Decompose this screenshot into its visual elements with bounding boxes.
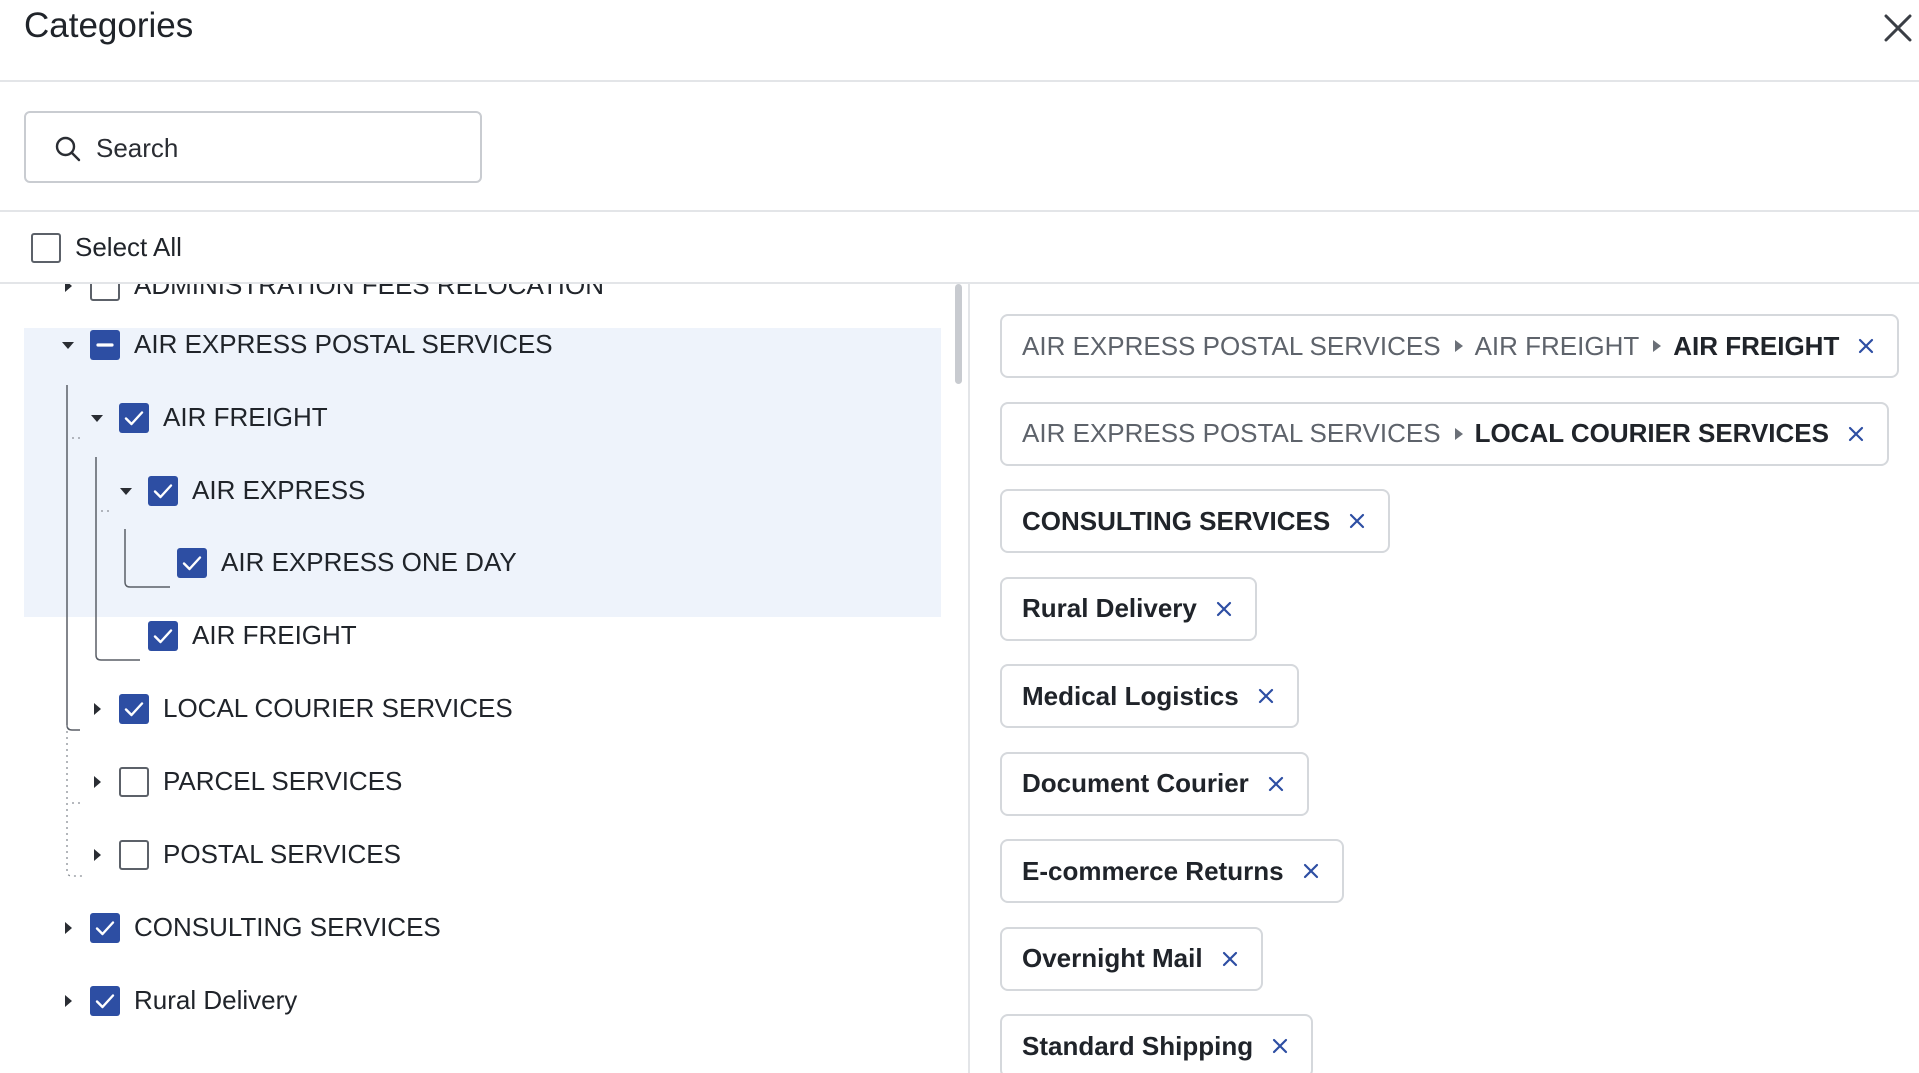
tree-node[interactable]: AIR EXPRESS xyxy=(0,471,940,511)
tree-node-checkbox[interactable] xyxy=(90,913,120,943)
expand-caret-icon[interactable] xyxy=(58,918,78,938)
selected-chip: AIR EXPRESS POSTAL SERVICES LOCAL COURIER… xyxy=(1000,401,1889,466)
selected-chip: Document Courier xyxy=(1000,751,1309,816)
chip-path-segment: AIR FREIGHT xyxy=(1673,330,1840,361)
tree-node-label: AIR EXPRESS xyxy=(192,475,366,505)
chip-path-segment: Standard Shipping xyxy=(1022,1030,1254,1061)
tree-node-checkbox[interactable] xyxy=(119,840,149,870)
chip-path-segment: LOCAL COURIER SERVICES xyxy=(1474,418,1829,448)
tree-node-checkbox[interactable] xyxy=(119,694,149,724)
remove-chip-icon[interactable] xyxy=(1300,860,1322,882)
collapse-caret-icon[interactable] xyxy=(58,335,78,355)
tree-node-checkbox[interactable] xyxy=(90,986,120,1016)
search-input[interactable] xyxy=(96,127,466,169)
chip-path-segment: CONSULTING SERVICES xyxy=(1022,505,1331,536)
expand-caret-icon[interactable] xyxy=(87,845,107,865)
tree-node-label: Rural Delivery xyxy=(134,985,298,1015)
tree-node-checkbox[interactable] xyxy=(119,767,149,797)
tree-node-label: ADMINISTRATION FEES RELOCATION xyxy=(134,284,604,300)
tree-node-checkbox[interactable] xyxy=(90,330,120,360)
close-button[interactable] xyxy=(1880,10,1916,46)
remove-chip-icon[interactable] xyxy=(1269,1035,1291,1057)
close-icon xyxy=(1884,14,1912,42)
tree-node-checkbox[interactable] xyxy=(90,284,120,301)
remove-chip-icon[interactable] xyxy=(1265,773,1287,795)
selected-chip: Overnight Mail xyxy=(1000,926,1263,991)
breadcrumb-separator-icon xyxy=(1454,340,1463,352)
tree-node-checkbox[interactable] xyxy=(177,548,207,578)
category-tree: ADMINISTRATION FEES RELOCATION AIR EXPRES… xyxy=(0,284,968,1073)
collapse-caret-icon[interactable] xyxy=(87,408,107,428)
expand-caret-icon[interactable] xyxy=(58,284,78,296)
chip-path-segment: AIR EXPRESS POSTAL SERVICES xyxy=(1022,330,1441,361)
select-all-label: Select All xyxy=(75,232,182,262)
tree-scrollbar[interactable] xyxy=(955,284,962,384)
remove-chip-icon[interactable] xyxy=(1255,685,1277,707)
expand-caret-icon[interactable] xyxy=(87,699,107,719)
breadcrumb-separator-icon xyxy=(1653,340,1662,352)
remove-chip-icon[interactable] xyxy=(1219,948,1241,970)
remove-chip-icon[interactable] xyxy=(1213,598,1235,620)
chip-path-segment: Rural Delivery xyxy=(1022,593,1197,623)
tree-node-checkbox[interactable] xyxy=(119,403,149,433)
selected-chip: CONSULTING SERVICES xyxy=(1000,489,1391,553)
tree-node-label: AIR FREIGHT xyxy=(192,620,357,650)
chip-path-segment: Document Courier xyxy=(1022,768,1249,798)
tree-node-checkbox[interactable] xyxy=(148,621,178,651)
expand-caret-icon[interactable] xyxy=(87,772,107,792)
tree-node-label: AIR FREIGHT xyxy=(163,402,328,432)
search-box[interactable] xyxy=(24,111,482,183)
tree-node[interactable]: POSTAL SERVICES xyxy=(0,835,940,875)
tree-node-checkbox[interactable] xyxy=(148,476,178,506)
tree-node[interactable]: AIR FREIGHT xyxy=(0,616,940,656)
tree-node[interactable]: LOCAL COURIER SERVICES xyxy=(0,689,940,729)
tree-node-label: POSTAL SERVICES xyxy=(163,839,401,869)
select-all-checkbox[interactable] xyxy=(31,233,61,263)
tree-node-label: PARCEL SERVICES xyxy=(163,766,403,796)
selected-chip: AIR EXPRESS POSTAL SERVICES AIR FREIGHT AI… xyxy=(1000,314,1900,378)
tree-node[interactable]: AIR EXPRESS POSTAL SERVICES xyxy=(0,325,940,365)
tree-node-label: AIR EXPRESS ONE DAY xyxy=(221,547,517,577)
chip-path-segment: E-commerce Returns xyxy=(1022,855,1284,886)
remove-chip-icon[interactable] xyxy=(1855,335,1877,357)
selected-chips-panel: AIR EXPRESS POSTAL SERVICES AIR FREIGHT AI… xyxy=(970,284,1919,1073)
tree-node[interactable]: PARCEL SERVICES xyxy=(0,762,940,802)
tree-node[interactable]: Rural Delivery xyxy=(0,981,940,1021)
selected-chip: Standard Shipping xyxy=(1000,1014,1314,1073)
tree-node[interactable]: AIR FREIGHT xyxy=(0,398,940,438)
tree-node[interactable]: AIR EXPRESS ONE DAY xyxy=(0,543,940,583)
select-all-row: Select All xyxy=(0,212,1919,284)
dialog-title: Categories xyxy=(24,6,194,45)
selected-chip: E-commerce Returns xyxy=(1000,839,1344,903)
search-icon xyxy=(55,136,81,162)
tree-node[interactable]: CONSULTING SERVICES xyxy=(0,908,940,948)
tree-node-label: CONSULTING SERVICES xyxy=(134,912,441,942)
dialog-header: Categories xyxy=(0,0,1919,82)
chip-path-segment: Medical Logistics xyxy=(1022,680,1239,711)
tree-node-label: AIR EXPRESS POSTAL SERVICES xyxy=(134,329,553,359)
tree-node[interactable]: ADMINISTRATION FEES RELOCATION xyxy=(0,284,940,306)
tree-node-label: LOCAL COURIER SERVICES xyxy=(163,693,513,723)
remove-chip-icon[interactable] xyxy=(1346,510,1368,532)
selected-chip: Medical Logistics xyxy=(1000,664,1299,728)
remove-chip-icon[interactable] xyxy=(1845,423,1867,445)
breadcrumb-separator-icon xyxy=(1454,427,1463,440)
chip-path-segment: AIR FREIGHT xyxy=(1474,330,1640,361)
search-row xyxy=(0,82,1919,212)
chip-path-segment: AIR EXPRESS POSTAL SERVICES xyxy=(1022,418,1441,448)
selected-chip: Rural Delivery xyxy=(1000,576,1257,641)
expand-caret-icon[interactable] xyxy=(58,991,78,1011)
chip-path-segment: Overnight Mail xyxy=(1022,943,1203,973)
collapse-caret-icon[interactable] xyxy=(116,481,136,501)
